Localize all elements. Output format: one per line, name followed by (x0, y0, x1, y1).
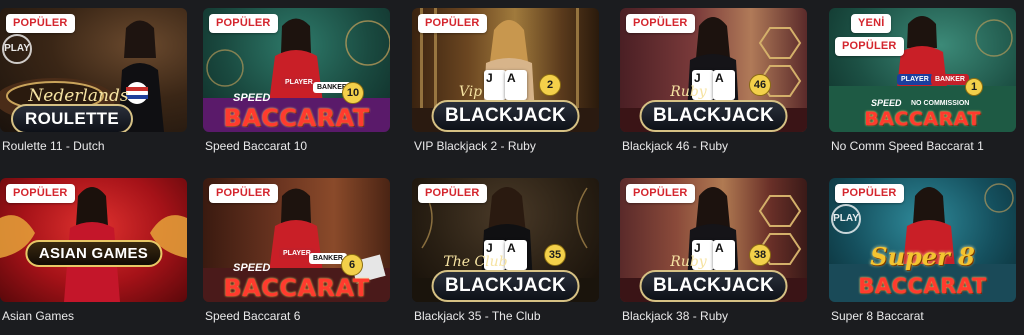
game-title[interactable]: Blackjack 35 - The Club (414, 309, 541, 323)
logo-no-commission: NO COMMISSION (911, 100, 970, 107)
game-title[interactable]: Roulette 11 - Dutch (2, 139, 105, 153)
badge-popular: POPÜLER (209, 184, 278, 203)
logo-title: BACCARAT (223, 274, 370, 302)
badge-popular: POPÜLER (418, 184, 487, 203)
play-overlay-icon: PLAY (831, 204, 861, 234)
logo-title: ASIAN GAMES (24, 240, 163, 267)
logo-subtitle: Ruby (670, 84, 707, 100)
logo-title: BLACKJACK (639, 270, 788, 302)
player-chip-label: PLAYER (281, 77, 317, 88)
game-thumbnail[interactable]: J A 2 Vip BLACKJACK POPÜLER (412, 8, 599, 132)
game-card-vip-blackjack-2-ruby[interactable]: J A 2 Vip BLACKJACK POPÜLER VIP Blackjac… (412, 8, 599, 153)
game-title[interactable]: Blackjack 46 - Ruby (622, 139, 728, 153)
game-title[interactable]: Blackjack 38 - Ruby (622, 309, 728, 323)
logo-speed: SPEED (871, 98, 902, 108)
game-title[interactable]: No Comm Speed Baccarat 1 (831, 139, 984, 153)
game-thumbnail[interactable]: Super 8 BACCARAT POPÜLER PLAY (829, 178, 1016, 302)
logo-title: BACCARAT (858, 274, 987, 298)
badge-popular: POPÜLER (835, 37, 904, 56)
game-card-blackjack-46-ruby[interactable]: J A 46 Ruby BLACKJACK POPÜLER Blackjack … (620, 8, 807, 153)
game-card-asian-games[interactable]: ASIAN GAMES POPÜLER Asian Games (0, 178, 187, 323)
table-number-tag: 10 (342, 82, 364, 104)
game-thumbnail[interactable]: PLAYER BANKER 1 SPEED NO COMMISSION BACC… (829, 8, 1016, 132)
game-thumbnail[interactable]: Nederlands ROULETTE POPÜLER PLAY (0, 8, 187, 132)
game-card-blackjack-38-ruby[interactable]: J A 38 Ruby BLACKJACK POPÜLER Blackjack … (620, 178, 807, 323)
game-thumbnail[interactable]: J A 35 The Club BLACKJACK POPÜLER (412, 178, 599, 302)
game-card-blackjack-35-the-club[interactable]: J A 35 The Club BLACKJACK POPÜLER Blackj… (412, 178, 599, 323)
game-title[interactable]: Speed Baccarat 6 (205, 309, 300, 323)
table-number-tag: 1 (965, 78, 983, 96)
logo-speed: SPEED (233, 92, 271, 104)
badge-popular: POPÜLER (835, 184, 904, 203)
game-thumbnail[interactable]: SPEED BACCARAT PLAYER BANKER 6 POPÜLER (203, 178, 390, 302)
logo-subtitle: Nederlands (28, 86, 129, 106)
logo-subtitle: Ruby (670, 254, 707, 270)
logo-title: BACCARAT (223, 104, 370, 132)
logo-title: BLACKJACK (431, 270, 580, 302)
live-casino-grid: Nederlands ROULETTE POPÜLER PLAY Roulett… (0, 0, 1024, 335)
logo-subtitle: The Club (443, 254, 508, 270)
badge-popular: POPÜLER (626, 14, 695, 33)
game-card-super-8-baccarat[interactable]: Super 8 BACCARAT POPÜLER PLAY Super 8 Ba… (829, 178, 1016, 323)
game-title[interactable]: Speed Baccarat 10 (205, 139, 307, 153)
game-card-no-comm-speed-baccarat-1[interactable]: PLAYER BANKER 1 SPEED NO COMMISSION BACC… (829, 8, 1016, 153)
game-thumbnail[interactable]: J A 46 Ruby BLACKJACK POPÜLER (620, 8, 807, 132)
banker-chip-label: BANKER (931, 74, 969, 85)
logo-speed: SPEED (233, 262, 271, 274)
table-number-tag: 6 (341, 254, 363, 276)
player-chip-label: PLAYER (897, 74, 933, 85)
play-overlay-icon: PLAY (2, 34, 32, 64)
logo-title: BLACKJACK (639, 100, 788, 132)
badge-popular: POPÜLER (418, 14, 487, 33)
badge-popular: POPÜLER (6, 184, 75, 203)
game-thumbnail[interactable]: ASIAN GAMES POPÜLER (0, 178, 187, 302)
logo-subtitle: Super 8 (870, 242, 975, 271)
badge-new: YENİ (851, 14, 892, 33)
badge-popular: POPÜLER (6, 14, 75, 33)
logo-title: BLACKJACK (431, 100, 580, 132)
logo-title: ROULETTE (10, 104, 134, 132)
game-title[interactable]: Super 8 Baccarat (831, 309, 924, 323)
game-thumbnail[interactable]: J A 38 Ruby BLACKJACK POPÜLER (620, 178, 807, 302)
game-card-speed-baccarat-6[interactable]: SPEED BACCARAT PLAYER BANKER 6 POPÜLER S… (203, 178, 390, 323)
game-title[interactable]: Asian Games (2, 309, 74, 323)
game-thumbnail[interactable]: SPEED BACCARAT PLAYER BANKER 10 POPÜLER (203, 8, 390, 132)
logo-subtitle: Vip (458, 84, 483, 100)
game-card-speed-baccarat-10[interactable]: SPEED BACCARAT PLAYER BANKER 10 POPÜLER … (203, 8, 390, 153)
badge-popular: POPÜLER (209, 14, 278, 33)
game-title[interactable]: VIP Blackjack 2 - Ruby (414, 139, 536, 153)
badge-popular: POPÜLER (626, 184, 695, 203)
logo-title: BACCARAT (864, 108, 981, 130)
game-card-roulette-11-dutch[interactable]: Nederlands ROULETTE POPÜLER PLAY Roulett… (0, 8, 187, 153)
